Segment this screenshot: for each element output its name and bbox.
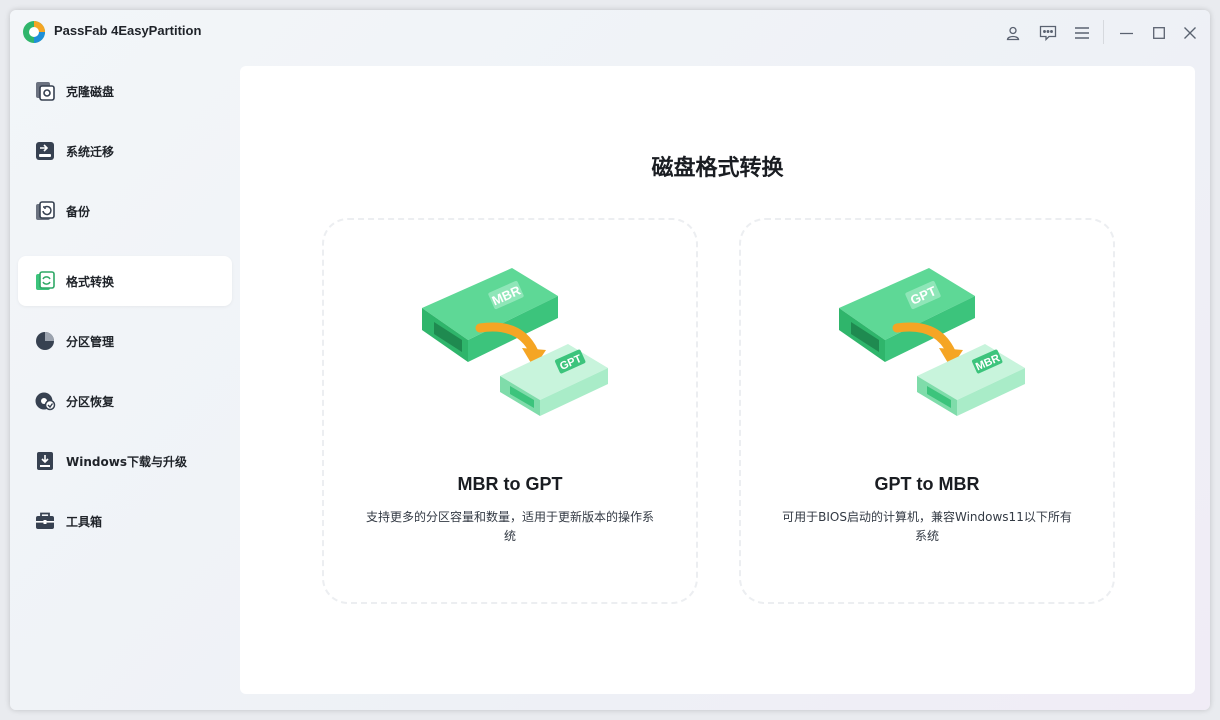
main-panel: 磁盘格式转换 MBR GPT MBR to GPT 支持更多的分区容量和数量，适… — [240, 66, 1195, 694]
sidebar-item-label: 工具箱 — [66, 515, 103, 529]
page-title: 磁盘格式转换 — [651, 156, 784, 181]
close-icon — [1184, 27, 1196, 39]
sidebar-item-label: Windows下载与升级 — [66, 455, 187, 469]
sidebar-item-label: 分区恢复 — [66, 395, 115, 409]
feedback-button[interactable] — [1035, 20, 1061, 46]
card-title: GPT to MBR — [874, 474, 980, 494]
windows-download-icon — [37, 452, 53, 470]
card-description: 支持更多的分区容量和数量，适用于更新版本的操作系统 — [365, 510, 654, 543]
sidebar-item-system-migrate[interactable]: 系统迁移 — [18, 126, 232, 176]
sidebar-item-label: 备份 — [66, 205, 91, 219]
sidebar-item-label: 分区管理 — [66, 335, 115, 349]
card-description: 可用于BIOS启动的计算机，兼容Windows11以下所有系统 — [782, 510, 1072, 543]
app-title: PassFab 4EasyPartition — [54, 23, 202, 38]
sidebar-item-label: 格式转换 — [66, 275, 115, 289]
close-button[interactable] — [1177, 20, 1203, 46]
minimize-button[interactable] — [1113, 20, 1139, 46]
gpt-to-mbr-illustration: GPT MBR — [839, 268, 1025, 416]
sidebar-item-windows-download[interactable]: Windows下载与升级 — [18, 436, 232, 486]
toolbox-icon — [36, 512, 54, 529]
chat-icon — [1039, 25, 1057, 41]
mbr-to-gpt-card[interactable]: MBR GPT MBR to GPT 支持更多的分区容量和数量，适用于更新版本的… — [322, 218, 698, 604]
hamburger-menu-icon — [1075, 27, 1089, 39]
sidebar-item-clone-disk[interactable]: 克隆磁盘 — [18, 66, 232, 116]
passfab-logo-icon — [23, 21, 45, 43]
maximize-icon — [1153, 27, 1165, 39]
user-icon — [1006, 26, 1020, 41]
clone-disk-icon — [36, 82, 55, 101]
partition-recovery-icon — [35, 392, 56, 411]
title-bar-divider — [1103, 20, 1104, 44]
sidebar-item-backup[interactable]: 备份 — [18, 186, 232, 236]
convert-format-icon — [36, 271, 55, 290]
system-migrate-icon — [36, 142, 54, 160]
sidebar-item-partition-recovery[interactable]: 分区恢复 — [18, 376, 232, 426]
sidebar-item-toolbox[interactable]: 工具箱 — [18, 496, 232, 546]
gpt-to-mbr-card[interactable]: GPT MBR GPT to MBR 可用于BIOS启动的计算机，兼容Windo… — [739, 218, 1115, 604]
minimize-icon — [1119, 32, 1133, 34]
title-bar: PassFab 4EasyPartition — [10, 10, 1210, 56]
maximize-button[interactable] — [1146, 20, 1172, 46]
account-button[interactable] — [1000, 20, 1026, 46]
partition-manage-icon — [36, 332, 54, 350]
card-title: MBR to GPT — [457, 474, 563, 494]
mbr-to-gpt-illustration: MBR GPT — [422, 268, 608, 416]
app-window: PassFab 4EasyPartition 克隆磁盘 系统迁移 备份 格式转换… — [10, 10, 1210, 710]
backup-icon — [36, 201, 55, 220]
sidebar-item-partition-manage[interactable]: 分区管理 — [18, 316, 232, 366]
sidebar-item-label: 系统迁移 — [66, 145, 115, 159]
menu-button[interactable] — [1069, 20, 1095, 46]
sidebar-item-label: 克隆磁盘 — [66, 85, 115, 99]
sidebar-item-convert-format[interactable]: 格式转换 — [18, 256, 232, 306]
